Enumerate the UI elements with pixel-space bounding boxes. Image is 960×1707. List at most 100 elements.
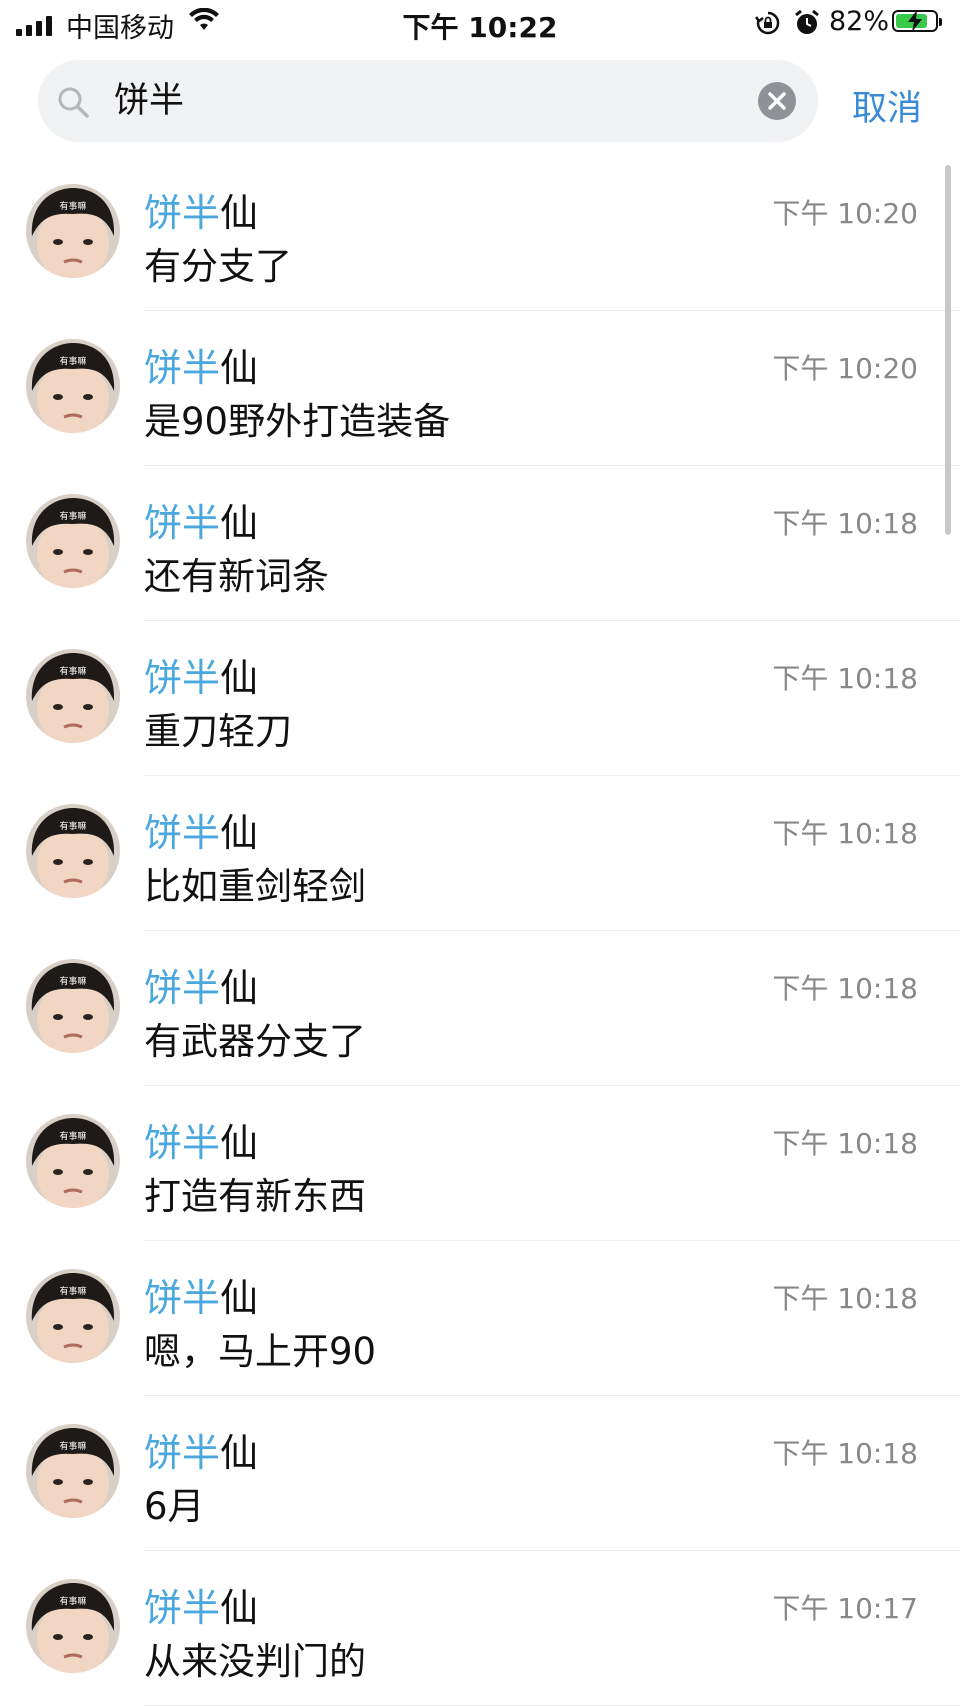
avatar-caption: 有事嘛 — [59, 510, 86, 522]
name-rest: 仙 — [220, 966, 259, 1010]
avatar-caption: 有事嘛 — [59, 1440, 86, 1452]
message-time: 下午 10:18 — [772, 1282, 918, 1315]
divider — [144, 1705, 960, 1706]
contact-name: 饼半仙 — [144, 1577, 258, 1632]
name-rest: 仙 — [220, 1121, 259, 1165]
search-input[interactable] — [114, 60, 734, 142]
contact-name: 饼半仙 — [144, 1422, 258, 1477]
status-bar: 中国移动 下午 10:22 82% — [0, 0, 960, 48]
list-item[interactable]: 有事嘛 饼半仙 是90野外打造装备 下午 10:20 — [0, 311, 960, 466]
list-item[interactable]: 有事嘛 饼半仙 还有新词条 下午 10:18 — [0, 466, 960, 621]
avatar-image: 有事嘛 — [26, 1579, 120, 1673]
contact-name: 饼半仙 — [144, 647, 258, 702]
name-highlight: 饼半 — [144, 346, 221, 390]
list-item[interactable]: 有事嘛 饼半仙 有武器分支了 下午 10:18 — [0, 931, 960, 1086]
name-highlight: 饼半 — [144, 1431, 221, 1475]
avatar-image: 有事嘛 — [26, 1424, 120, 1518]
avatar-image: 有事嘛 — [26, 339, 120, 433]
avatar-caption: 有事嘛 — [59, 1595, 86, 1607]
avatar-image: 有事嘛 — [26, 804, 120, 898]
message-text: 有武器分支了 — [144, 1020, 366, 1063]
avatar-caption: 有事嘛 — [59, 200, 86, 212]
battery-charging-icon — [892, 10, 942, 32]
message-time: 下午 10:18 — [772, 662, 918, 695]
avatar-caption: 有事嘛 — [59, 975, 86, 987]
message-time: 下午 10:17 — [772, 1592, 918, 1625]
message-time: 下午 10:18 — [772, 1127, 918, 1160]
name-rest: 仙 — [220, 811, 259, 855]
contact-name: 饼半仙 — [144, 492, 258, 547]
search-bar[interactable] — [38, 60, 818, 142]
message-text: 嗯，马上开90 — [144, 1330, 377, 1373]
message-time: 下午 10:20 — [772, 352, 918, 385]
contact-name: 饼半仙 — [144, 182, 258, 237]
name-highlight: 饼半 — [144, 656, 221, 700]
avatar: 有事嘛 — [26, 959, 120, 1053]
name-rest: 仙 — [220, 346, 259, 390]
message-time: 下午 10:20 — [772, 197, 918, 230]
name-rest: 仙 — [220, 1431, 259, 1475]
list-item[interactable]: 有事嘛 饼半仙 6月 下午 10:18 — [0, 1396, 960, 1551]
avatar-image: 有事嘛 — [26, 184, 120, 278]
avatar: 有事嘛 — [26, 1424, 120, 1518]
avatar-image: 有事嘛 — [26, 1114, 120, 1208]
contact-name: 饼半仙 — [144, 802, 258, 857]
avatar-caption: 有事嘛 — [59, 1285, 86, 1297]
name-rest: 仙 — [220, 501, 259, 545]
list-item[interactable]: 有事嘛 饼半仙 从来没判门的 下午 10:17 — [0, 1551, 960, 1706]
list-item[interactable]: 有事嘛 饼半仙 重刀轻刀 下午 10:18 — [0, 621, 960, 776]
message-text: 6月 — [144, 1485, 205, 1528]
message-text: 从来没判门的 — [144, 1640, 366, 1683]
message-time: 下午 10:18 — [772, 972, 918, 1005]
avatar: 有事嘛 — [26, 184, 120, 278]
rotation-lock-icon — [755, 11, 780, 35]
avatar-caption: 有事嘛 — [59, 820, 86, 832]
avatar: 有事嘛 — [26, 494, 120, 588]
message-text: 有分支了 — [144, 245, 292, 288]
message-time: 下午 10:18 — [772, 1437, 918, 1470]
search-results-list: 有事嘛 饼半仙 有分支了 下午 10:20 有事嘛 饼半仙 是90野外打造装备 … — [0, 156, 960, 1706]
name-rest: 仙 — [220, 1586, 259, 1630]
avatar-image: 有事嘛 — [26, 494, 120, 588]
avatar-image: 有事嘛 — [26, 649, 120, 743]
cancel-button[interactable]: 取消 — [852, 80, 922, 131]
avatar-caption: 有事嘛 — [59, 355, 86, 367]
name-rest: 仙 — [220, 1276, 259, 1320]
list-item[interactable]: 有事嘛 饼半仙 比如重剑轻剑 下午 10:18 — [0, 776, 960, 931]
name-highlight: 饼半 — [144, 811, 221, 855]
avatar: 有事嘛 — [26, 339, 120, 433]
contact-name: 饼半仙 — [144, 957, 258, 1012]
message-text: 比如重剑轻剑 — [144, 865, 366, 908]
message-text: 还有新词条 — [144, 555, 329, 598]
avatar-image: 有事嘛 — [26, 959, 120, 1053]
avatar: 有事嘛 — [26, 1269, 120, 1363]
avatar-image: 有事嘛 — [26, 1269, 120, 1363]
message-text: 重刀轻刀 — [144, 710, 292, 753]
alarm-icon — [795, 9, 819, 34]
name-highlight: 饼半 — [144, 966, 221, 1010]
close-icon — [768, 92, 786, 110]
contact-name: 饼半仙 — [144, 1112, 258, 1167]
name-highlight: 饼半 — [144, 501, 221, 545]
name-highlight: 饼半 — [144, 1121, 221, 1165]
contact-name: 饼半仙 — [144, 1267, 258, 1322]
clear-search-button[interactable] — [758, 82, 796, 120]
message-text: 打造有新东西 — [144, 1175, 366, 1218]
avatar: 有事嘛 — [26, 1114, 120, 1208]
scrollbar[interactable] — [945, 165, 951, 535]
list-item[interactable]: 有事嘛 饼半仙 有分支了 下午 10:20 — [0, 156, 960, 311]
name-rest: 仙 — [220, 191, 259, 235]
avatar: 有事嘛 — [26, 804, 120, 898]
contact-name: 饼半仙 — [144, 337, 258, 392]
battery-percent: 82% — [829, 6, 890, 37]
avatar-caption: 有事嘛 — [59, 665, 86, 677]
message-time: 下午 10:18 — [772, 507, 918, 540]
search-icon — [58, 87, 89, 118]
name-rest: 仙 — [220, 656, 259, 700]
name-highlight: 饼半 — [144, 1586, 221, 1630]
name-highlight: 饼半 — [144, 1276, 221, 1320]
list-item[interactable]: 有事嘛 饼半仙 嗯，马上开90 下午 10:18 — [0, 1241, 960, 1396]
name-highlight: 饼半 — [144, 191, 221, 235]
list-item[interactable]: 有事嘛 饼半仙 打造有新东西 下午 10:18 — [0, 1086, 960, 1241]
battery-nub — [939, 18, 942, 26]
